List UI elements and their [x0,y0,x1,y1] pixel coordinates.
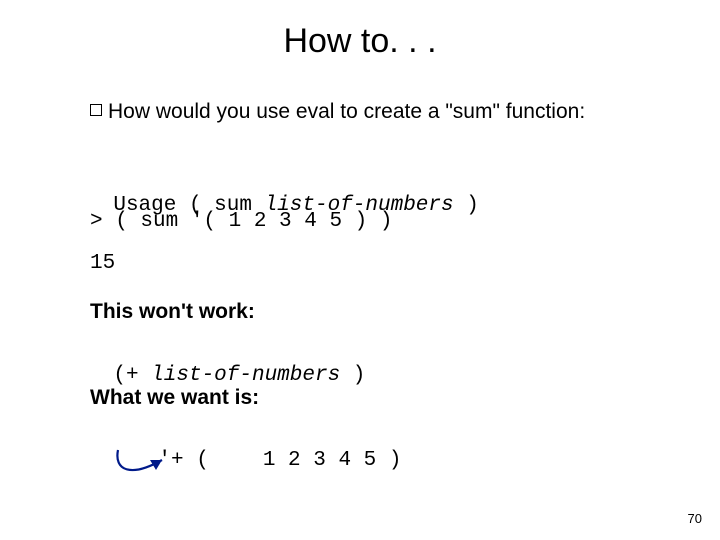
bullet-line: How would you use eval to create a "sum"… [90,100,585,124]
quote-right: 1 2 3 4 5 ) [263,449,402,472]
slide-title: How to. . . [0,22,720,61]
want-label: What we want is: [90,386,259,410]
bullet-marker-icon [90,104,102,116]
plus-suffix: ) [340,364,365,387]
plus-arg: list-of-numbers [151,364,340,387]
result-line: 15 [90,252,115,275]
page-number: 70 [688,511,702,526]
plus-prefix: (+ [113,364,151,387]
call-line: > ( sum '( 1 2 3 4 5 ) ) [90,210,392,233]
curved-arrow-icon [100,448,220,484]
bullet-text: How would you use eval to create a "sum"… [108,100,585,123]
slide: How to. . . How would you use eval to cr… [0,0,720,540]
usage-suffix: ) [454,194,479,217]
wont-work-label: This won't work: [90,300,255,324]
